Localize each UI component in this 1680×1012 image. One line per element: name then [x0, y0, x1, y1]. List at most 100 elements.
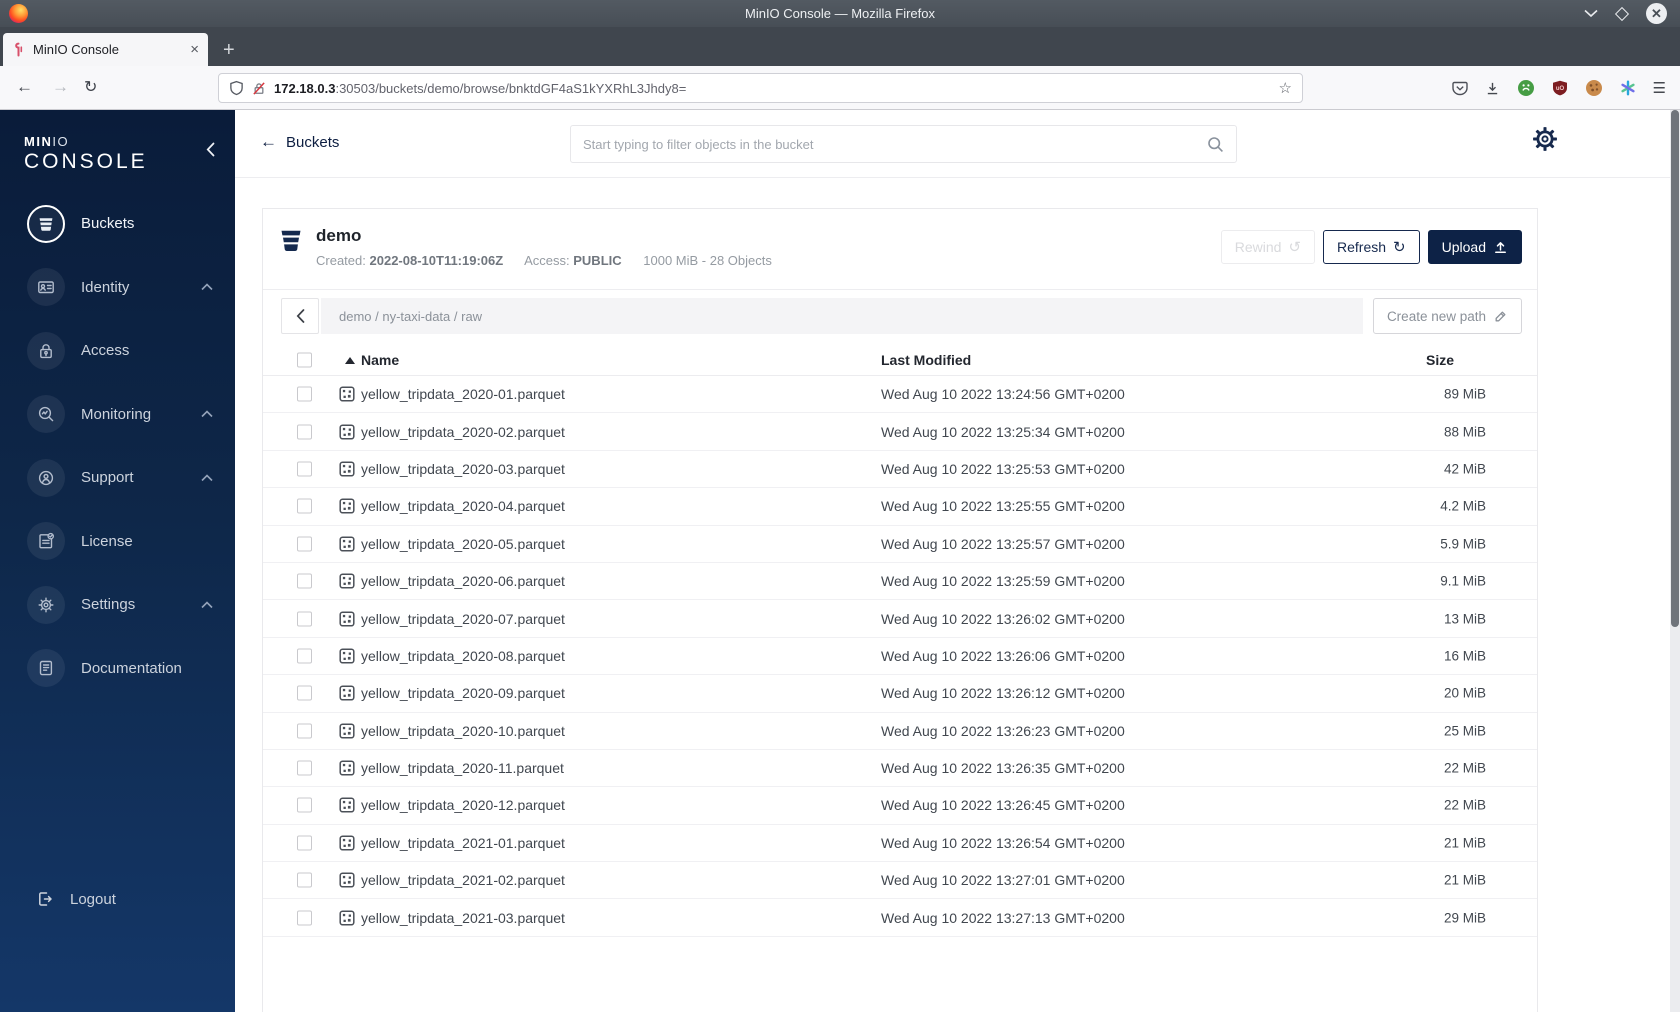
window-close-icon[interactable]: ✕: [1646, 3, 1667, 24]
back-arrow-icon: ←: [260, 132, 277, 151]
insecure-lock-icon[interactable]: [252, 81, 266, 96]
table-row[interactable]: yellow_tripdata_2021-01.parquet Wed Aug …: [263, 825, 1537, 863]
row-checkbox[interactable]: [297, 424, 312, 440]
refresh-button[interactable]: Refresh ↻: [1323, 230, 1420, 264]
pocket-icon[interactable]: [1451, 81, 1468, 96]
sidebar-item-identity[interactable]: Identity: [0, 256, 235, 320]
url-bar[interactable]: 172.18.0.3:30503/buckets/demo/browse/bnk…: [218, 73, 1303, 103]
breadcrumb[interactable]: demo / ny-taxi-data / raw: [321, 298, 1363, 334]
browser-tab[interactable]: MinIO Console ×: [3, 33, 208, 66]
row-checkbox[interactable]: [297, 723, 312, 739]
settings-gear-icon[interactable]: [1532, 126, 1558, 152]
chevron-up-icon[interactable]: [201, 474, 213, 482]
forward-button[interactable]: →: [52, 77, 69, 97]
cookie-extension-icon[interactable]: [1585, 79, 1603, 97]
create-new-path-button[interactable]: Create new path: [1372, 298, 1522, 334]
logo-min: MIN: [24, 134, 53, 149]
scrollbar-thumb[interactable]: [1671, 110, 1679, 627]
extension-green-icon[interactable]: [1517, 79, 1535, 97]
row-checkbox[interactable]: [297, 611, 312, 627]
object-last-modified: Wed Aug 10 2022 13:26:06 GMT+0200: [881, 647, 1125, 664]
back-to-buckets-link[interactable]: ← Buckets: [260, 132, 339, 152]
table-row[interactable]: yellow_tripdata_2020-02.parquet Wed Aug …: [263, 413, 1537, 451]
sidebar-item-documentation[interactable]: Documentation: [0, 637, 235, 701]
table-row[interactable]: yellow_tripdata_2020-12.parquet Wed Aug …: [263, 787, 1537, 825]
sidebar-item-logout[interactable]: Logout: [0, 876, 235, 922]
row-checkbox[interactable]: [297, 797, 312, 813]
bookmark-star-icon[interactable]: ☆: [1279, 79, 1292, 97]
colorways-extension-icon[interactable]: [1620, 80, 1636, 96]
row-checkbox[interactable]: [297, 536, 312, 552]
tracking-shield-icon[interactable]: [229, 80, 244, 96]
table-row[interactable]: yellow_tripdata_2021-02.parquet Wed Aug …: [263, 862, 1537, 900]
object-name[interactable]: yellow_tripdata_2020-03.parquet: [361, 461, 565, 477]
upload-button[interactable]: Upload: [1427, 230, 1522, 264]
menu-hamburger-icon[interactable]: ☰: [1653, 79, 1666, 97]
object-name[interactable]: yellow_tripdata_2020-01.parquet: [361, 386, 565, 402]
table-row[interactable]: yellow_tripdata_2020-08.parquet Wed Aug …: [263, 638, 1537, 676]
row-checkbox[interactable]: [297, 872, 312, 888]
table-row[interactable]: yellow_tripdata_2020-05.parquet Wed Aug …: [263, 526, 1537, 563]
select-all-checkbox[interactable]: [297, 352, 312, 367]
chevron-up-icon[interactable]: [201, 410, 213, 418]
object-name[interactable]: yellow_tripdata_2020-08.parquet: [361, 648, 565, 664]
column-header-name[interactable]: Name: [361, 352, 399, 368]
table-row[interactable]: yellow_tripdata_2020-07.parquet Wed Aug …: [263, 600, 1537, 638]
rewind-button[interactable]: Rewind ↺: [1220, 230, 1316, 264]
object-name[interactable]: yellow_tripdata_2020-11.parquet: [361, 760, 564, 776]
object-name[interactable]: yellow_tripdata_2020-12.parquet: [361, 797, 565, 813]
new-tab-button[interactable]: +: [223, 40, 235, 60]
chevron-up-icon[interactable]: [201, 283, 213, 291]
window-minimize-icon[interactable]: [1584, 9, 1598, 18]
object-name[interactable]: yellow_tripdata_2020-10.parquet: [361, 723, 565, 739]
object-name[interactable]: yellow_tripdata_2021-02.parquet: [361, 872, 565, 888]
object-name[interactable]: yellow_tripdata_2020-04.parquet: [361, 498, 565, 514]
sidebar-collapse-icon[interactable]: [206, 142, 215, 157]
back-button[interactable]: ←: [16, 77, 33, 97]
table-row[interactable]: yellow_tripdata_2020-06.parquet Wed Aug …: [263, 563, 1537, 601]
object-name[interactable]: yellow_tripdata_2020-07.parquet: [361, 611, 565, 627]
row-checkbox[interactable]: [297, 461, 312, 477]
row-checkbox[interactable]: [297, 835, 312, 851]
object-name[interactable]: yellow_tripdata_2021-03.parquet: [361, 910, 565, 926]
row-checkbox[interactable]: [297, 910, 312, 926]
row-checkbox[interactable]: [297, 573, 312, 589]
sidebar-item-access[interactable]: Access: [0, 319, 235, 383]
breadcrumb-path[interactable]: demo / ny-taxi-data / raw: [339, 309, 482, 324]
sidebar-item-label: Support: [81, 469, 134, 487]
sidebar-item-license[interactable]: License: [0, 510, 235, 574]
table-row[interactable]: yellow_tripdata_2020-11.parquet Wed Aug …: [263, 750, 1537, 788]
table-row[interactable]: yellow_tripdata_2020-09.parquet Wed Aug …: [263, 675, 1537, 713]
page-scrollbar[interactable]: [1670, 110, 1680, 1012]
table-row[interactable]: yellow_tripdata_2021-03.parquet Wed Aug …: [263, 899, 1537, 937]
sidebar-item-buckets[interactable]: Buckets: [0, 192, 235, 256]
reload-button[interactable]: ↻: [84, 77, 97, 97]
row-checkbox[interactable]: [297, 386, 312, 402]
table-row[interactable]: yellow_tripdata_2020-01.parquet Wed Aug …: [263, 376, 1537, 414]
chevron-up-icon[interactable]: [201, 601, 213, 609]
ublock-origin-icon[interactable]: uO: [1552, 80, 1568, 96]
table-row[interactable]: yellow_tripdata_2020-04.parquet Wed Aug …: [263, 488, 1537, 526]
object-name[interactable]: yellow_tripdata_2020-09.parquet: [361, 685, 565, 701]
tab-close-icon[interactable]: ×: [190, 42, 199, 57]
downloads-icon[interactable]: [1485, 81, 1500, 96]
object-name[interactable]: yellow_tripdata_2020-06.parquet: [361, 573, 565, 589]
sidebar-item-settings[interactable]: Settings: [0, 573, 235, 637]
sidebar-item-support[interactable]: Support: [0, 446, 235, 510]
sidebar-item-monitoring[interactable]: Monitoring: [0, 383, 235, 447]
url-text[interactable]: 172.18.0.3:30503/buckets/demo/browse/bnk…: [274, 81, 1271, 96]
sort-ascending-icon[interactable]: [345, 357, 355, 364]
row-checkbox[interactable]: [297, 498, 312, 514]
object-name[interactable]: yellow_tripdata_2020-02.parquet: [361, 424, 565, 440]
row-checkbox[interactable]: [297, 760, 312, 776]
row-checkbox[interactable]: [297, 685, 312, 701]
table-row[interactable]: yellow_tripdata_2020-10.parquet Wed Aug …: [263, 713, 1537, 750]
path-back-button[interactable]: [281, 298, 319, 334]
table-row[interactable]: yellow_tripdata_2020-03.parquet Wed Aug …: [263, 451, 1537, 489]
row-checkbox[interactable]: [297, 648, 312, 664]
object-name[interactable]: yellow_tripdata_2021-01.parquet: [361, 835, 565, 851]
window-maximize-icon[interactable]: [1614, 6, 1630, 21]
object-name[interactable]: yellow_tripdata_2020-05.parquet: [361, 536, 565, 552]
search-input[interactable]: [583, 136, 1207, 152]
object-filter-search[interactable]: [570, 125, 1237, 163]
